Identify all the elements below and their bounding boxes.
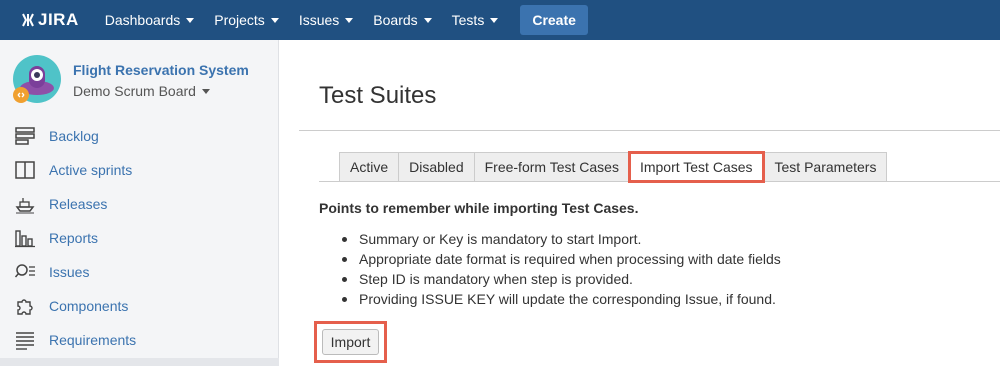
tab-disabled[interactable]: Disabled xyxy=(398,152,474,182)
chevron-down-icon xyxy=(186,17,195,23)
create-button[interactable]: Create xyxy=(520,5,588,35)
sidebar-item-label: Backlog xyxy=(49,128,99,144)
backlog-icon xyxy=(15,127,35,145)
nav-tests[interactable]: Tests xyxy=(452,12,499,28)
tab-test-parameters[interactable]: Test Parameters xyxy=(763,152,888,182)
nav-dashboards[interactable]: Dashboards xyxy=(105,12,195,28)
points-list: Summary or Key is mandatory to start Imp… xyxy=(340,229,781,309)
sidebar-item-active-sprints[interactable]: Active sprints xyxy=(14,158,132,182)
sidebar-next-item-partial[interactable] xyxy=(0,358,279,366)
sidebar-item-label: Releases xyxy=(49,196,108,212)
nav-issues-label: Issues xyxy=(298,12,340,28)
nav-boards[interactable]: Boards xyxy=(373,12,432,28)
sidebar-item-label: Issues xyxy=(49,264,90,280)
board-name-label: Demo Scrum Board xyxy=(73,83,196,99)
nav-dashboards-label: Dashboards xyxy=(104,12,181,28)
nav-projects[interactable]: Projects xyxy=(214,12,279,28)
project-sidebar: Flight Reservation System Demo Scrum Boa… xyxy=(0,40,279,366)
list-item: Appropriate date format is required when… xyxy=(340,249,781,269)
test-suite-tabs: Active Disabled Free-form Test Cases Imp… xyxy=(339,151,888,183)
list-item: Step ID is mandatory when step is provid… xyxy=(340,269,781,289)
sidebar-item-label: Components xyxy=(49,298,129,314)
list-item: Providing ISSUE KEY will update the corr… xyxy=(340,289,781,309)
top-navigation-bar: JIRA Dashboards Projects Issues Boards T… xyxy=(0,0,1000,40)
board-columns-icon xyxy=(15,161,35,179)
nav-issues[interactable]: Issues xyxy=(298,12,354,28)
page-title: Test Suites xyxy=(319,82,437,109)
sidebar-item-label: Active sprints xyxy=(49,162,133,178)
sidebar-item-components[interactable]: Components xyxy=(14,294,128,318)
chevron-down-icon xyxy=(201,88,210,94)
project-avatar-icon xyxy=(13,55,61,103)
sidebar-item-label: Requirements xyxy=(49,332,137,348)
board-selector[interactable]: Demo Scrum Board xyxy=(73,83,210,99)
jira-logo-icon xyxy=(22,13,34,27)
puzzle-icon xyxy=(17,299,33,315)
chevron-down-icon xyxy=(490,17,499,23)
tab-active[interactable]: Active xyxy=(339,152,399,182)
sidebar-item-reports[interactable]: Reports xyxy=(14,226,98,250)
chevron-down-icon xyxy=(345,17,354,23)
header-divider xyxy=(299,130,1000,131)
search-list-icon xyxy=(14,264,35,278)
sidebar-item-label: Reports xyxy=(49,230,99,246)
points-heading: Points to remember while importing Test … xyxy=(319,200,639,216)
tab-import-test-cases[interactable]: Import Test Cases xyxy=(627,151,765,183)
sidebar-item-issues[interactable]: Issues xyxy=(14,260,89,284)
nav-boards-label: Boards xyxy=(373,12,418,28)
nav-tests-label: Tests xyxy=(451,12,485,28)
import-button[interactable]: Import xyxy=(322,329,379,355)
ship-icon xyxy=(15,198,35,214)
import-button-highlight: Import xyxy=(314,321,387,363)
chevron-down-icon xyxy=(423,17,432,23)
list-item: Summary or Key is mandatory to start Imp… xyxy=(340,229,781,249)
project-avatar[interactable] xyxy=(12,54,62,104)
chevron-down-icon xyxy=(270,17,279,23)
jira-logo[interactable]: JIRA xyxy=(20,10,79,30)
jira-logo-text: JIRA xyxy=(38,10,79,29)
tab-free-form-test-cases[interactable]: Free-form Test Cases xyxy=(473,152,629,182)
project-name[interactable]: Flight Reservation System xyxy=(73,62,249,78)
lines-icon xyxy=(16,332,34,350)
sidebar-item-releases[interactable]: Releases xyxy=(14,192,107,216)
sidebar-item-backlog[interactable]: Backlog xyxy=(14,124,99,148)
sidebar-item-requirements[interactable]: Requirements xyxy=(14,328,136,352)
nav-projects-label: Projects xyxy=(214,12,265,28)
bar-chart-icon xyxy=(15,230,35,248)
